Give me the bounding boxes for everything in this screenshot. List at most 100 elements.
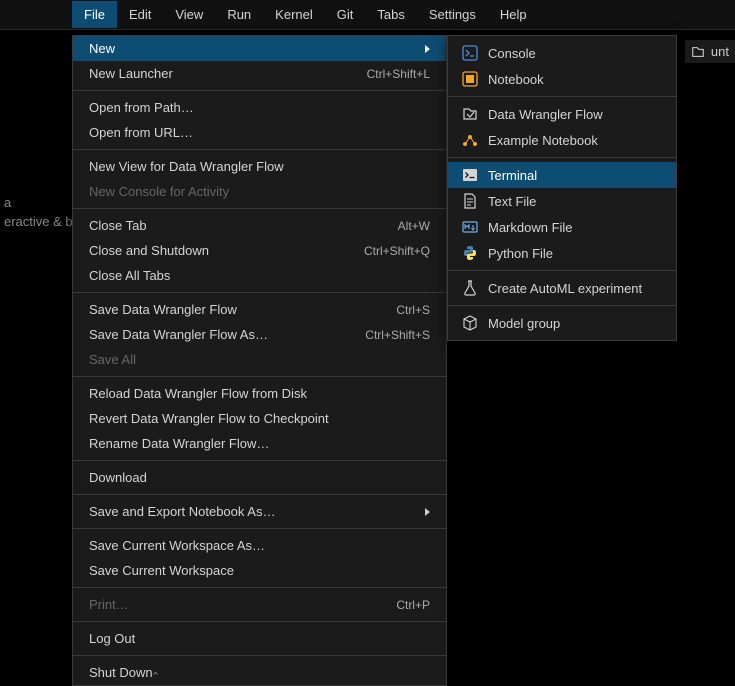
file-menu-item[interactable]: Close TabAlt+W (73, 213, 446, 238)
menu-item-shortcut: Ctrl+S (396, 303, 430, 317)
menu-separator (73, 292, 446, 293)
submenu-item-label: Create AutoML experiment (488, 281, 642, 296)
file-menu-item[interactable]: New View for Data Wrangler Flow (73, 154, 446, 179)
open-tab[interactable]: unt (685, 40, 735, 63)
menubar-item-edit[interactable]: Edit (117, 1, 163, 28)
file-menu-item[interactable]: Open from URL… (73, 120, 446, 145)
menu-separator (448, 305, 676, 306)
menu-item-label: New View for Data Wrangler Flow (89, 159, 284, 174)
file-menu-item[interactable]: Revert Data Wrangler Flow to Checkpoint (73, 406, 446, 431)
new-submenu-item[interactable]: Notebook (448, 66, 676, 92)
menu-item-shortcut: Ctrl+Shift+S (365, 328, 430, 342)
menubar-item-tabs[interactable]: Tabs (365, 1, 416, 28)
menu-item-label: Revert Data Wrangler Flow to Checkpoint (89, 411, 329, 426)
menu-item-label: Reload Data Wrangler Flow from Disk (89, 386, 307, 401)
new-submenu-item[interactable]: Python File (448, 240, 676, 266)
menubar: FileEditViewRunKernelGitTabsSettingsHelp (0, 0, 735, 30)
menubar-item-view[interactable]: View (163, 1, 215, 28)
text-icon (462, 193, 478, 209)
file-menu-item[interactable]: Shut Down (73, 660, 446, 685)
file-menu-item[interactable]: Rename Data Wrangler Flow… (73, 431, 446, 456)
menu-item-label: Save All (89, 352, 136, 367)
menu-item-label: New Launcher (89, 66, 173, 81)
new-submenu-item[interactable]: Text File (448, 188, 676, 214)
menu-separator (73, 90, 446, 91)
file-menu-item[interactable]: Close and Shutdown Ctrl+Shift+Q (73, 238, 446, 263)
python-icon (462, 245, 478, 261)
menu-item-label: Log Out (89, 631, 135, 646)
menu-item-label: Close and Shutdown (89, 243, 209, 258)
menu-separator (73, 621, 446, 622)
file-menu-item[interactable]: Close All Tabs (73, 263, 446, 288)
menu-item-label: Save Data Wrangler Flow (89, 302, 237, 317)
file-menu-item: New Console for Activity (73, 179, 446, 204)
file-menu-item[interactable]: New (73, 36, 446, 61)
new-submenu-item[interactable]: Terminal (448, 162, 676, 188)
chevron-right-icon (425, 45, 430, 53)
submenu-item-label: Model group (488, 316, 560, 331)
menu-item-label: Save and Export Notebook As… (89, 504, 275, 519)
menu-separator (73, 494, 446, 495)
new-submenu-item[interactable]: Data Wrangler Flow (448, 101, 676, 127)
flask-icon (462, 280, 478, 296)
file-menu-item[interactable]: Save Current Workspace (73, 558, 446, 583)
menubar-item-help[interactable]: Help (488, 1, 539, 28)
menu-separator (448, 96, 676, 97)
file-menu-item[interactable]: Download (73, 465, 446, 490)
file-menu-item[interactable]: Save Data Wrangler Flow As… Ctrl+Shift+S (73, 322, 446, 347)
file-menu-item[interactable]: Log Out (73, 626, 446, 651)
console-icon (462, 45, 478, 61)
menu-item-label: New (89, 41, 115, 56)
menu-item-shortcut: Ctrl+Shift+L (367, 67, 430, 81)
menu-item-label: Save Current Workspace As… (89, 538, 265, 553)
menu-item-label: Rename Data Wrangler Flow… (89, 436, 269, 451)
menu-separator (73, 528, 446, 529)
file-menu-item[interactable]: Save Current Workspace As… (73, 533, 446, 558)
file-menu-item[interactable]: Save Data Wrangler Flow Ctrl+S (73, 297, 446, 322)
submenu-item-label: Terminal (488, 168, 537, 183)
file-menu-item[interactable]: Open from Path… (73, 95, 446, 120)
menu-item-shortcut: Ctrl+P (396, 598, 430, 612)
new-submenu-item[interactable]: Console (448, 40, 676, 66)
chevron-right-icon (425, 508, 430, 516)
menubar-item-run[interactable]: Run (215, 1, 263, 28)
terminal-icon (462, 167, 478, 183)
new-submenu-item[interactable]: Create AutoML experiment (448, 275, 676, 301)
menu-item-label: Save Data Wrangler Flow As… (89, 327, 268, 342)
new-submenu-item[interactable]: Example Notebook (448, 127, 676, 153)
menu-item-label: Print… (89, 597, 129, 612)
new-submenu-item[interactable]: Markdown File (448, 214, 676, 240)
menu-separator (73, 587, 446, 588)
file-menu-item[interactable]: New Launcher Ctrl+Shift+L (73, 61, 446, 86)
submenu-item-label: Text File (488, 194, 536, 209)
menu-item-label: Download (89, 470, 147, 485)
menu-item-label: Close All Tabs (89, 268, 170, 283)
menu-separator (73, 208, 446, 209)
menubar-item-settings[interactable]: Settings (417, 1, 488, 28)
new-submenu-item[interactable]: Model group (448, 310, 676, 336)
menu-item-shortcut: Alt+W (398, 219, 430, 233)
flow-icon (691, 45, 705, 59)
menu-item-label: New Console for Activity (89, 184, 229, 199)
tab-label: unt (711, 44, 729, 59)
menu-separator (448, 157, 676, 158)
menubar-item-file[interactable]: File (72, 1, 117, 28)
submenu-item-label: Data Wrangler Flow (488, 107, 603, 122)
caret-icon: ⌃ (151, 670, 160, 683)
menu-item-shortcut: Ctrl+Shift+Q (364, 244, 430, 258)
submenu-item-label: Console (488, 46, 536, 61)
file-menu-item: Print… Ctrl+P (73, 592, 446, 617)
menu-separator (448, 270, 676, 271)
menu-item-label: Save Current Workspace (89, 563, 234, 578)
submenu-item-label: Notebook (488, 72, 544, 87)
menu-separator (73, 149, 446, 150)
graph-icon (462, 132, 478, 148)
menubar-item-kernel[interactable]: Kernel (263, 1, 325, 28)
file-menu-item[interactable]: Reload Data Wrangler Flow from Disk (73, 381, 446, 406)
cube-icon (462, 315, 478, 331)
file-menu-item: Save All (73, 347, 446, 372)
file-menu-item[interactable]: Save and Export Notebook As… (73, 499, 446, 524)
menubar-item-git[interactable]: Git (325, 1, 366, 28)
markdown-icon (462, 219, 478, 235)
menu-separator (73, 655, 446, 656)
